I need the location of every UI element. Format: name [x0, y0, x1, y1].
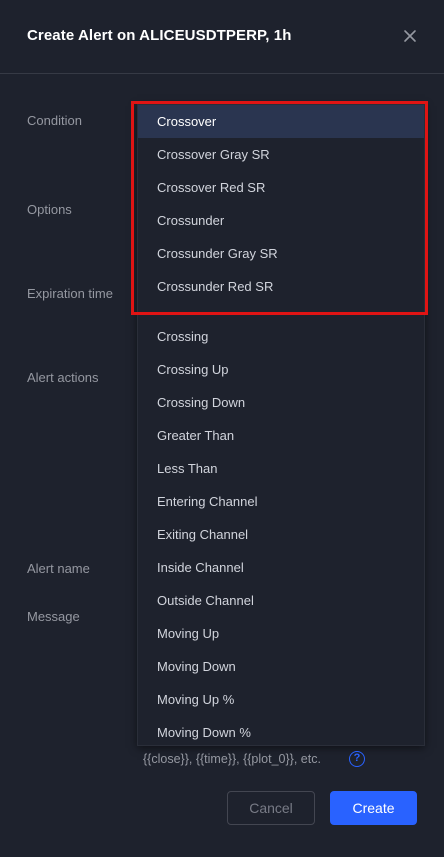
condition-dropdown-list[interactable]: Crossover Crossover Gray SR Crossover Re…	[137, 104, 425, 746]
option-less-than[interactable]: Less Than	[138, 452, 424, 485]
option-crossing[interactable]: Crossing	[138, 320, 424, 353]
option-moving-down[interactable]: Moving Down	[138, 650, 424, 683]
option-crossover[interactable]: Crossover	[138, 105, 424, 138]
message-placeholder-hint: {{close}}, {{time}}, {{plot_0}}, etc.	[143, 752, 321, 766]
option-crossover-red-sr[interactable]: Crossover Red SR	[138, 171, 424, 204]
option-exiting-channel[interactable]: Exiting Channel	[138, 518, 424, 551]
option-moving-up[interactable]: Moving Up	[138, 617, 424, 650]
dialog-title: Create Alert on ALICEUSDTPERP, 1h	[27, 27, 292, 44]
create-button[interactable]: Create	[330, 791, 417, 825]
help-icon[interactable]: ?	[349, 751, 365, 767]
alert-actions-label: Alert actions	[27, 370, 99, 385]
alert-name-label: Alert name	[27, 561, 90, 576]
option-outside-channel[interactable]: Outside Channel	[138, 584, 424, 617]
option-crossunder[interactable]: Crossunder	[138, 204, 424, 237]
close-icon[interactable]	[400, 26, 420, 46]
option-inside-channel[interactable]: Inside Channel	[138, 551, 424, 584]
option-crossunder-red-sr[interactable]: Crossunder Red SR	[138, 270, 424, 303]
message-label: Message	[27, 609, 80, 624]
option-entering-channel[interactable]: Entering Channel	[138, 485, 424, 518]
option-greater-than[interactable]: Greater Than	[138, 419, 424, 452]
options-label: Options	[27, 202, 72, 217]
condition-label: Condition	[27, 113, 82, 128]
cancel-button[interactable]: Cancel	[227, 791, 315, 825]
option-moving-down-percent[interactable]: Moving Down %	[138, 716, 424, 745]
dialog-header: Create Alert on ALICEUSDTPERP, 1h	[0, 0, 444, 74]
expiration-time-label: Expiration time	[27, 286, 113, 301]
option-moving-up-percent[interactable]: Moving Up %	[138, 683, 424, 716]
option-crossing-up[interactable]: Crossing Up	[138, 353, 424, 386]
option-crossover-gray-sr[interactable]: Crossover Gray SR	[138, 138, 424, 171]
option-crossunder-gray-sr[interactable]: Crossunder Gray SR	[138, 237, 424, 270]
option-crossing-down[interactable]: Crossing Down	[138, 386, 424, 419]
